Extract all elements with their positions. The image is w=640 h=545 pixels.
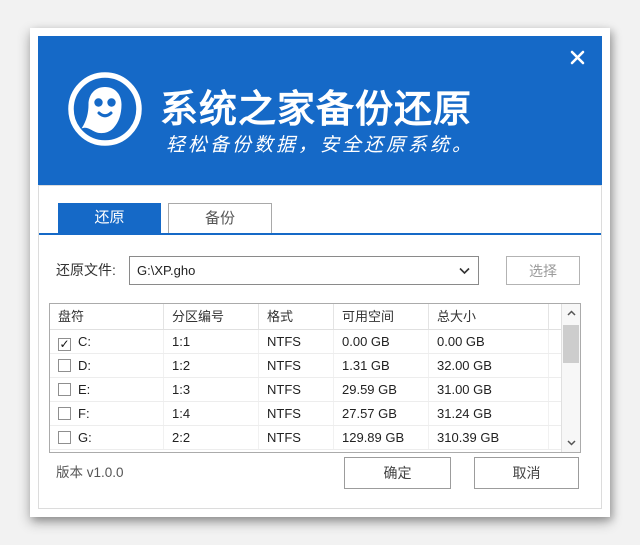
cell-total: 0.00 GB xyxy=(429,330,549,353)
scrollbar-down-button[interactable] xyxy=(562,434,580,452)
chevron-up-icon xyxy=(567,310,576,316)
cell-format: NTFS xyxy=(259,330,334,353)
table-row[interactable]: E: 1:3 NTFS 29.59 GB 31.00 GB xyxy=(50,378,561,402)
choose-button[interactable]: 选择 xyxy=(506,256,580,285)
cell-drive: G: xyxy=(50,426,164,449)
cell-filler xyxy=(549,354,561,377)
drive-label: F: xyxy=(78,406,90,421)
cell-free: 27.57 GB xyxy=(334,402,429,425)
row-checkbox[interactable] xyxy=(58,407,71,420)
column-header-format[interactable]: 格式 xyxy=(259,304,334,329)
version-label: 版本 v1.0.0 xyxy=(56,457,124,489)
cell-free: 1.31 GB xyxy=(334,354,429,377)
cell-partition: 2:2 xyxy=(164,426,259,449)
cell-drive: E: xyxy=(50,378,164,401)
table-scrollbar[interactable] xyxy=(561,304,580,452)
drive-label: D: xyxy=(78,358,91,373)
cell-free: 0.00 GB xyxy=(334,330,429,353)
content-panel: 还原 备份 还原文件: G:\XP.gho 选择 盘符 分区编号 格式 可用空间… xyxy=(38,185,602,509)
cell-filler xyxy=(549,402,561,425)
tab-underline xyxy=(39,233,601,235)
row-checkbox[interactable]: ✓ xyxy=(58,338,71,351)
restore-file-value: G:\XP.gho xyxy=(137,257,195,284)
chevron-down-icon xyxy=(567,440,576,446)
app-header: 系统之家备份还原 轻松备份数据，安全还原系统。 xyxy=(38,36,602,185)
cell-total: 310.39 GB xyxy=(429,426,549,449)
row-checkbox[interactable] xyxy=(58,359,71,372)
cell-partition: 1:3 xyxy=(164,378,259,401)
table-row[interactable]: G: 2:2 NTFS 129.89 GB 310.39 GB xyxy=(50,426,561,450)
drive-label: E: xyxy=(78,382,90,397)
cell-filler xyxy=(549,330,561,353)
drive-label: C: xyxy=(78,334,91,349)
partition-table: 盘符 分区编号 格式 可用空间 总大小 ✓ C: 1:1 NTFS 0.00 GB… xyxy=(49,303,581,453)
restore-file-combobox[interactable]: G:\XP.gho xyxy=(129,256,479,285)
cell-free: 129.89 GB xyxy=(334,426,429,449)
cell-filler xyxy=(549,426,561,449)
cell-free: 29.59 GB xyxy=(334,378,429,401)
cell-format: NTFS xyxy=(259,426,334,449)
ok-button[interactable]: 确定 xyxy=(344,457,451,489)
column-header-filler xyxy=(549,304,561,329)
column-header-drive[interactable]: 盘符 xyxy=(50,304,164,329)
cell-format: NTFS xyxy=(259,354,334,377)
app-window: 系统之家备份还原 轻松备份数据，安全还原系统。 还原 备份 还原文件: G:\X… xyxy=(30,28,610,517)
close-button[interactable] xyxy=(564,44,590,70)
table-header-row: 盘符 分区编号 格式 可用空间 总大小 xyxy=(50,304,561,330)
tab-restore[interactable]: 还原 xyxy=(58,203,161,233)
column-header-partition[interactable]: 分区编号 xyxy=(164,304,259,329)
column-header-total[interactable]: 总大小 xyxy=(429,304,549,329)
column-header-free[interactable]: 可用空间 xyxy=(334,304,429,329)
cell-drive: D: xyxy=(50,354,164,377)
cell-drive: F: xyxy=(50,402,164,425)
table-body: ✓ C: 1:1 NTFS 0.00 GB 0.00 GB D: 1:2 NTFS… xyxy=(50,330,561,450)
restore-file-label: 还原文件: xyxy=(56,256,116,285)
cell-filler xyxy=(549,378,561,401)
cell-partition: 1:1 xyxy=(164,330,259,353)
scrollbar-up-button[interactable] xyxy=(562,304,580,322)
dropdown-chevron-icon[interactable] xyxy=(459,267,470,275)
cell-partition: 1:4 xyxy=(164,402,259,425)
cell-total: 31.24 GB xyxy=(429,402,549,425)
cell-total: 31.00 GB xyxy=(429,378,549,401)
ghost-logo-icon xyxy=(66,70,144,148)
cell-format: NTFS xyxy=(259,378,334,401)
cell-partition: 1:2 xyxy=(164,354,259,377)
drive-label: G: xyxy=(78,430,92,445)
table-row[interactable]: D: 1:2 NTFS 1.31 GB 32.00 GB xyxy=(50,354,561,378)
close-icon xyxy=(569,49,586,66)
scrollbar-thumb[interactable] xyxy=(563,325,579,363)
partition-table-inner: 盘符 分区编号 格式 可用空间 总大小 ✓ C: 1:1 NTFS 0.00 GB… xyxy=(50,304,561,452)
cell-total: 32.00 GB xyxy=(429,354,549,377)
cell-drive: ✓ C: xyxy=(50,330,164,353)
row-checkbox[interactable] xyxy=(58,431,71,444)
table-row[interactable]: F: 1:4 NTFS 27.57 GB 31.24 GB xyxy=(50,402,561,426)
app-subtitle: 轻松备份数据，安全还原系统。 xyxy=(166,130,474,157)
row-checkbox[interactable] xyxy=(58,383,71,396)
cancel-button[interactable]: 取消 xyxy=(474,457,579,489)
tab-backup[interactable]: 备份 xyxy=(168,203,272,233)
app-title: 系统之家备份还原 xyxy=(160,78,472,133)
cell-format: NTFS xyxy=(259,402,334,425)
table-row[interactable]: ✓ C: 1:1 NTFS 0.00 GB 0.00 GB xyxy=(50,330,561,354)
